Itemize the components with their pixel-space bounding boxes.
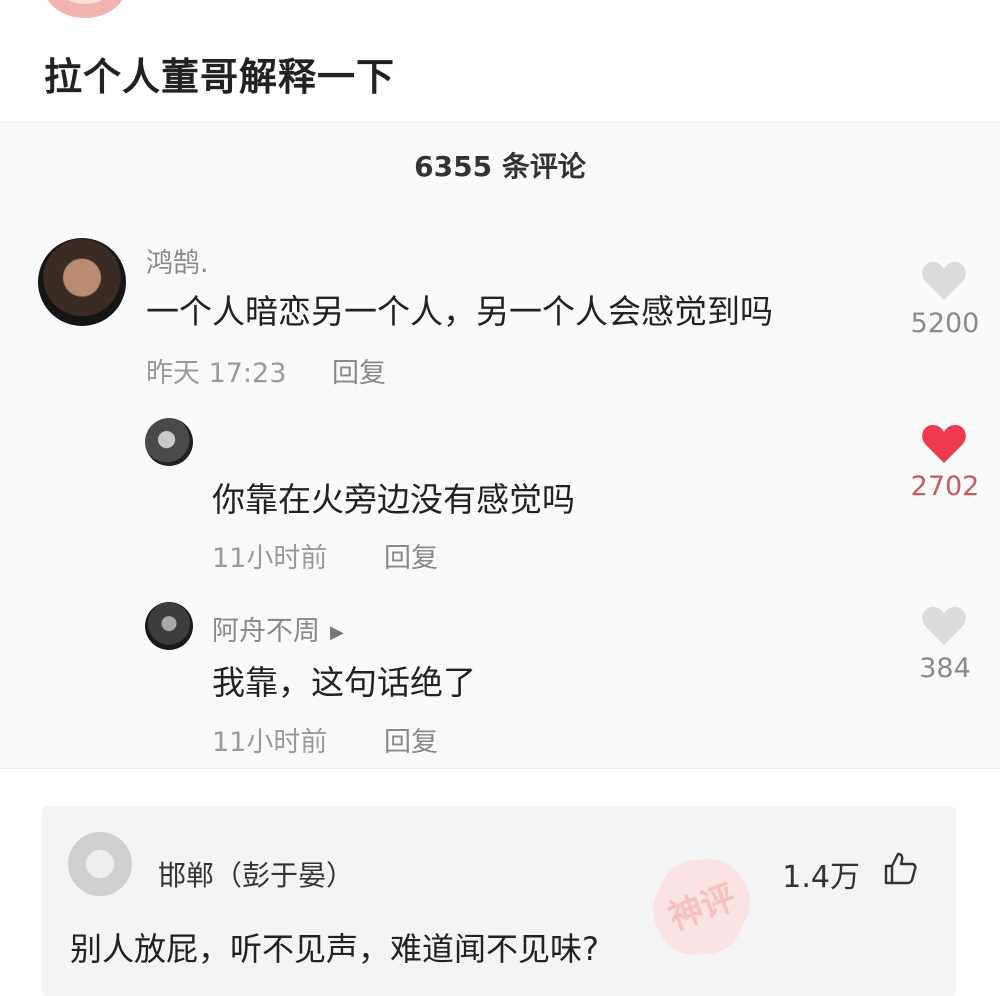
heart-icon[interactable] — [920, 421, 968, 465]
avatar[interactable] — [145, 602, 193, 650]
comment-time: 昨天 17:23 — [146, 358, 287, 389]
top-comment-stamp: 神评 — [646, 852, 756, 962]
like-count: 2702 — [910, 471, 980, 502]
like-count: 384 — [919, 653, 971, 684]
comment-text: 你靠在火旁边没有感觉吗 — [212, 480, 575, 519]
reply-button[interactable]: 回复 — [384, 536, 438, 575]
post-title: 拉个人董哥解释一下 — [44, 55, 396, 99]
comment-count: 6355 条评论 — [414, 150, 586, 183]
poster-avatar[interactable] — [44, 0, 126, 18]
thumbs-up-icon[interactable] — [882, 850, 918, 886]
comment-text: 别人放屁，听不见声，难道闻不见味? — [70, 930, 599, 968]
avatar[interactable] — [145, 418, 193, 466]
heart-icon[interactable] — [920, 603, 968, 647]
comment-time: 11小时前 — [212, 727, 328, 758]
avatar[interactable] — [68, 832, 132, 896]
avatar[interactable] — [38, 238, 126, 326]
reply-button[interactable]: 回复 — [332, 351, 386, 390]
like-count: 5200 — [910, 308, 980, 339]
comment-username[interactable]: 阿舟不周 ▶ — [212, 609, 344, 648]
featured-comment-card: 邯郸（彭于晏） 1.4万 别人放屁，听不见声，难道闻不见味? — [42, 806, 956, 996]
comment-text: 我靠，这句话绝了 — [212, 663, 476, 702]
comments-panel: 6355 条评论 鸿鹄. 一个人暗恋另一个人，另一个人会感觉到吗 昨天 17:2… — [0, 122, 1000, 769]
reply-button[interactable]: 回复 — [384, 720, 438, 759]
like-count: 1.4万 — [782, 860, 860, 895]
heart-icon[interactable] — [920, 258, 968, 302]
comment-username[interactable]: 鸿鹄. — [146, 241, 209, 280]
play-icon: ▶ — [330, 622, 344, 643]
comment-time: 11小时前 — [212, 543, 328, 574]
comment-text: 一个人暗恋另一个人，另一个人会感觉到吗 — [146, 292, 773, 331]
comment-username-text: 阿舟不周 — [212, 616, 320, 647]
comment-username[interactable]: 邯郸（彭于晏） — [158, 854, 354, 894]
